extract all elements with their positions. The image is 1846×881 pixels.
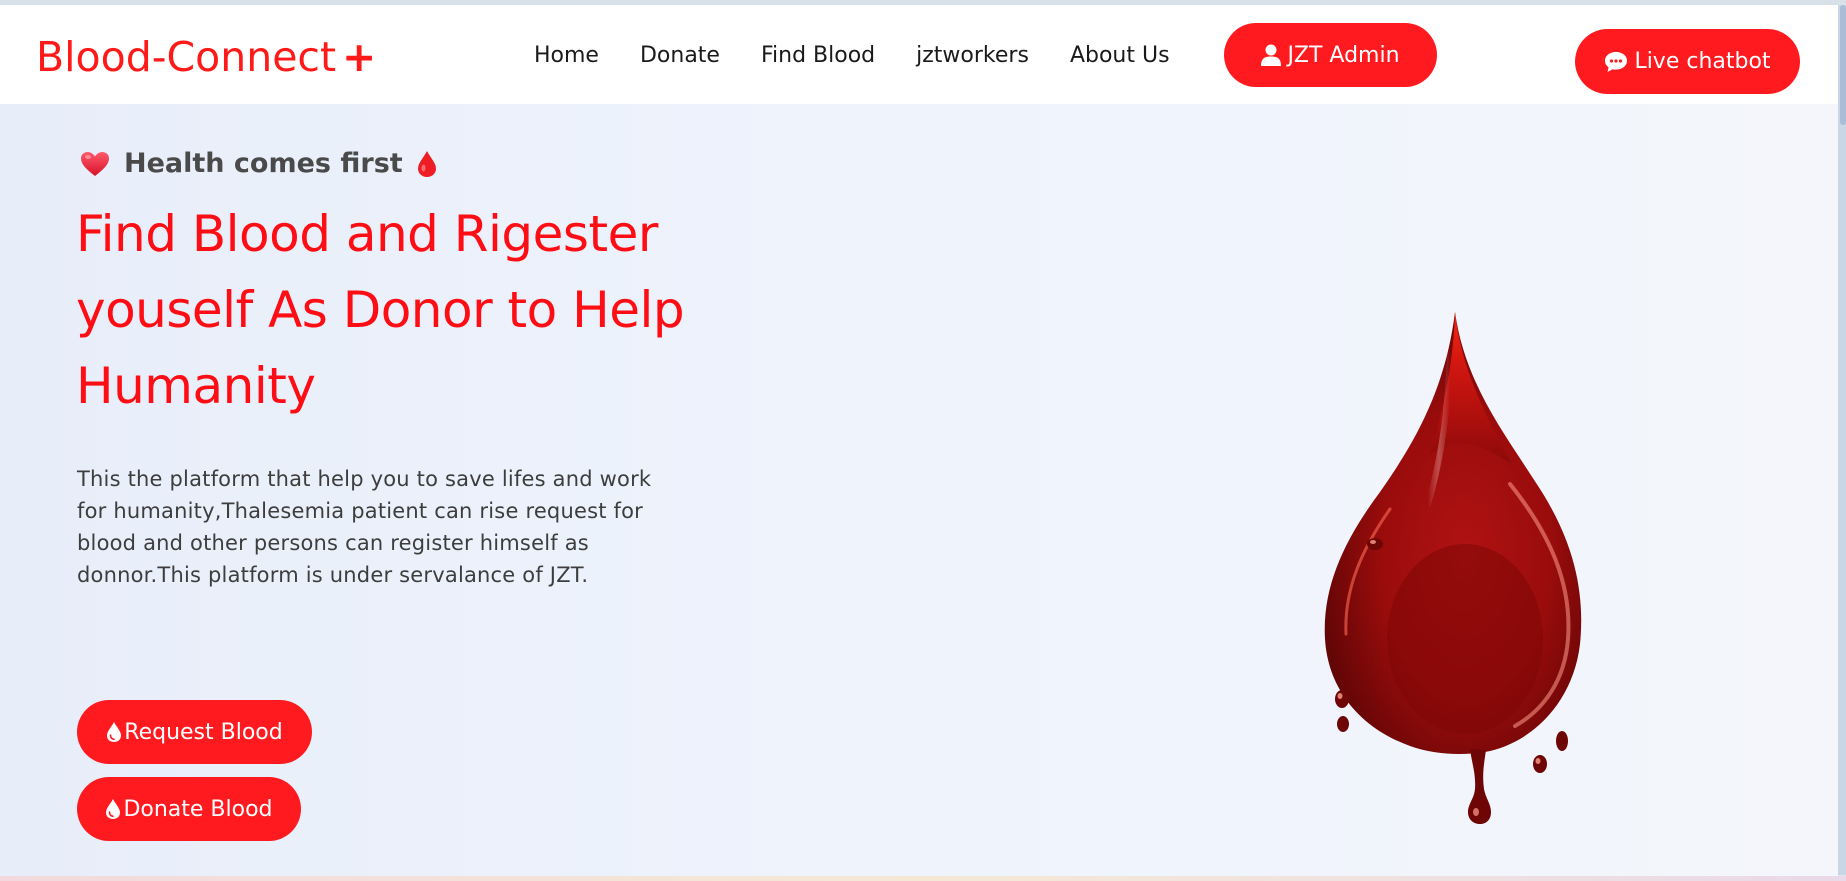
nav-link-jztworkers[interactable]: jztworkers	[916, 43, 1029, 68]
brand-plus: +	[342, 33, 377, 81]
page-bottom-strip	[0, 876, 1846, 881]
navbar: Blood-Connect + Home Donate Find Blood jz…	[0, 5, 1838, 104]
hero-section: Health comes first Find Blood and Rigest…	[0, 104, 1838, 876]
heart-icon	[81, 151, 109, 176]
scrollbar-track[interactable]	[1838, 5, 1846, 875]
donate-blood-label: Donate Blood	[123, 796, 273, 822]
donate-blood-button[interactable]: Donate Blood	[77, 777, 301, 841]
droplet-icon	[107, 722, 122, 742]
chat-bubble-icon	[1605, 51, 1628, 72]
hero-headline: Find Blood and Rigester youself As Donor…	[76, 205, 685, 415]
blood-drop-image	[1324, 312, 1582, 824]
nav-link-about-us[interactable]: About Us	[1070, 43, 1170, 68]
blood-drop-icon	[417, 150, 436, 177]
droplet-icon	[106, 799, 121, 819]
hero-description: This the platform that help you to save …	[77, 467, 652, 587]
admin-button-label: JZT Admin	[1287, 42, 1400, 68]
brand-logo[interactable]: Blood-Connect +	[36, 33, 376, 81]
request-blood-label: Request Blood	[124, 719, 283, 745]
live-chatbot-label: Live chatbot	[1634, 49, 1771, 74]
nav-links: Home Donate Find Blood jztworkers About …	[534, 43, 1211, 68]
request-blood-button[interactable]: Request Blood	[77, 700, 312, 764]
brand-name: Blood-Connect	[36, 33, 337, 81]
scrollbar-thumb[interactable]	[1840, 5, 1846, 125]
tagline: Health comes first	[80, 148, 437, 179]
nav-link-donate[interactable]: Donate	[640, 43, 720, 68]
tagline-text: Health comes first	[124, 148, 403, 179]
live-chatbot-button[interactable]: Live chatbot	[1575, 29, 1800, 94]
nav-link-find-blood[interactable]: Find Blood	[761, 43, 875, 68]
nav-link-home[interactable]: Home	[534, 43, 599, 68]
user-icon	[1261, 44, 1282, 66]
admin-button[interactable]: JZT Admin	[1224, 23, 1437, 87]
